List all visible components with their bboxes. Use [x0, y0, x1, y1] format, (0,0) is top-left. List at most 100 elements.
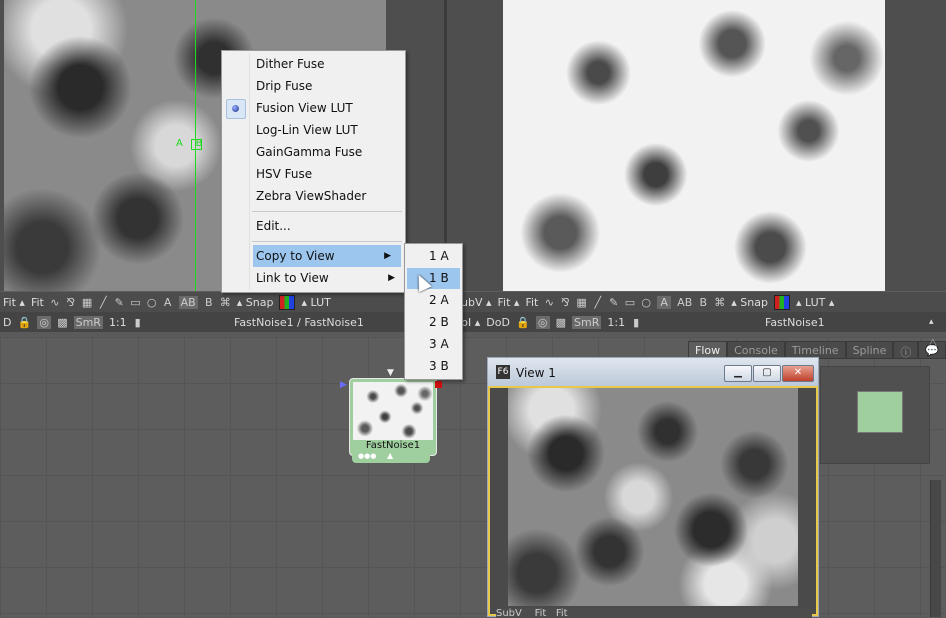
- spline-icon[interactable]: ∿: [50, 296, 60, 309]
- copy-to-view-submenu: 1 A 1 B 2 A 2 B 3 A 3 B: [404, 243, 463, 380]
- fit-dropdown-right[interactable]: Fit ▴: [498, 296, 520, 309]
- menu-item-copy-to-view[interactable]: Copy to View ▶: [253, 245, 401, 267]
- tab-spline[interactable]: Spline: [845, 341, 894, 359]
- lut-dropdown[interactable]: ▴ LUT: [301, 296, 330, 309]
- node-output-port[interactable]: [435, 381, 442, 388]
- polyline-icon[interactable]: ⅋: [560, 296, 570, 309]
- pen-icon[interactable]: ╱: [593, 296, 603, 309]
- left-viewer-toolbar-2: D 🔒 ◎ ▩ SmR 1:1 ▮ FastNoise1 / FastNoise…: [0, 312, 444, 332]
- submenu-arrow-icon: ▶: [388, 273, 395, 283]
- menu-item-edit[interactable]: Edit...: [222, 215, 405, 237]
- checker-icon[interactable]: ▩: [57, 316, 67, 329]
- wand-icon[interactable]: ✎: [609, 296, 619, 309]
- ratio-button[interactable]: 1:1: [109, 316, 127, 329]
- fit-dropdown-right-2[interactable]: Fit: [525, 296, 538, 309]
- menu-item-dither-fuse[interactable]: Dither Fuse: [222, 53, 405, 75]
- bars-icon[interactable]: ▮: [631, 316, 641, 329]
- subv-dropdown[interactable]: ubV ▴: [461, 296, 492, 309]
- floating-view-window[interactable]: F6 View 1 ▁ ▢ ✕ SubV Fit Fit: [487, 357, 819, 618]
- snap-dropdown[interactable]: ▴ Snap: [731, 296, 768, 309]
- lock-icon[interactable]: 🔒: [516, 316, 530, 329]
- app-icon: F6: [496, 365, 510, 379]
- wand-icon[interactable]: ✎: [114, 296, 124, 309]
- dod-button[interactable]: DoD: [486, 316, 510, 329]
- menu-item-zebra-viewshader[interactable]: Zebra ViewShader: [222, 185, 405, 207]
- lock-icon[interactable]: 🔒: [17, 316, 31, 329]
- node-footer: ●●● ▲: [352, 451, 430, 463]
- ghost-icon[interactable]: ◎: [535, 315, 550, 329]
- context-menu: Dither Fuse Drip Fuse Fusion View LUT Lo…: [221, 50, 406, 293]
- glasses-icon[interactable]: ⌘: [220, 296, 231, 309]
- fit-dropdown[interactable]: Fit ▴: [3, 296, 25, 309]
- minimize-button[interactable]: ▁: [724, 365, 752, 382]
- fastnoise-node[interactable]: FastNoise1: [349, 378, 437, 456]
- right-viewer-toolbar: ubV ▴ Fit ▴ Fit ∿ ⅋ ▦ ╱ ✎ ▭ ○ A AB B ⌘ ▴…: [447, 291, 946, 312]
- buffer-ab-button[interactable]: AB: [178, 295, 198, 309]
- buffer-ab-button[interactable]: AB: [677, 296, 692, 309]
- info-icon[interactable]: ⓘ: [893, 341, 919, 359]
- circle-icon[interactable]: ○: [641, 296, 651, 309]
- node-input-arrow-icon[interactable]: ▶: [340, 380, 347, 390]
- roi-dropdown[interactable]: bI ▴: [461, 316, 480, 329]
- checker-icon[interactable]: ▩: [556, 316, 566, 329]
- collapse-triangle-icon[interactable]: △: [929, 337, 937, 348]
- guide-handle[interactable]: [191, 139, 202, 150]
- bars-icon[interactable]: ▮: [133, 316, 143, 329]
- submenu-item-3b[interactable]: 3 B: [407, 356, 460, 377]
- snap-dropdown[interactable]: ▴ Snap: [237, 296, 274, 309]
- node-dots-icon[interactable]: ●●●: [358, 452, 376, 460]
- window-titlebar[interactable]: F6 View 1 ▁ ▢ ✕: [488, 358, 818, 386]
- left-view-name: FastNoise1 / FastNoise1: [234, 315, 364, 329]
- right-viewer[interactable]: [447, 0, 946, 291]
- channels-icon[interactable]: [279, 294, 296, 310]
- expand-arrow-icon[interactable]: ▴: [929, 317, 934, 327]
- rectangle-icon[interactable]: ▭: [130, 296, 140, 309]
- ratio-button[interactable]: 1:1: [607, 316, 625, 329]
- circle-icon[interactable]: ○: [147, 296, 157, 309]
- maximize-button[interactable]: ▢: [753, 365, 781, 382]
- buffer-b-button[interactable]: B: [204, 296, 214, 309]
- grid-icon[interactable]: ▦: [82, 296, 92, 309]
- glasses-icon[interactable]: ⌘: [714, 296, 725, 309]
- menu-item-log-lin-view-lut[interactable]: Log-Lin View LUT: [222, 119, 405, 141]
- menu-item-gaingamma-fuse[interactable]: GainGamma Fuse: [222, 141, 405, 163]
- spline-icon[interactable]: ∿: [544, 296, 554, 309]
- left-viewer-toolbar: Fit ▴ Fit ∿ ⅋ ▦ ╱ ✎ ▭ ○ A AB B ⌘ ▴ Snap …: [0, 291, 444, 312]
- polyline-icon[interactable]: ⅋: [66, 296, 76, 309]
- fit-dropdown-2[interactable]: Fit: [31, 296, 44, 309]
- lut-dropdown[interactable]: ▴ LUT ▴: [796, 296, 834, 309]
- menu-item-drip-fuse[interactable]: Drip Fuse: [222, 75, 405, 97]
- right-viewer-image: [503, 0, 885, 291]
- grid-icon[interactable]: ▦: [576, 296, 586, 309]
- navigator-panel[interactable]: [820, 366, 930, 464]
- vertical-scrollbar[interactable]: [930, 480, 941, 617]
- menu-item-fusion-view-lut[interactable]: Fusion View LUT: [222, 97, 405, 119]
- buffer-a-button[interactable]: A: [163, 296, 173, 309]
- menu-separator: [252, 241, 402, 242]
- view1-image: [508, 388, 798, 606]
- buffer-b-button[interactable]: B: [698, 296, 708, 309]
- submenu-item-3a[interactable]: 3 A: [407, 334, 460, 355]
- channels-icon[interactable]: [773, 294, 790, 310]
- submenu-item-2a[interactable]: 2 A: [407, 290, 460, 311]
- node-input-triangle-icon[interactable]: ▼: [387, 368, 394, 378]
- submenu-arrow-icon: ▶: [384, 251, 391, 261]
- close-button[interactable]: ✕: [782, 365, 814, 382]
- buffer-a-button[interactable]: A: [657, 295, 672, 309]
- submenu-item-1a[interactable]: 1 A: [407, 246, 460, 267]
- menu-item-link-to-view[interactable]: Link to View ▶: [222, 267, 405, 289]
- right-view-name: FastNoise1: [765, 315, 825, 329]
- navigator-viewport[interactable]: [857, 391, 903, 433]
- ghost-icon[interactable]: ◎: [37, 315, 52, 329]
- node-thumbnail: [353, 382, 433, 440]
- right-viewer-toolbar-2: bI ▴ DoD 🔒 ◎ ▩ SmR 1:1 ▮ FastNoise1 ▴: [447, 312, 946, 332]
- smr-button[interactable]: SmR: [572, 315, 602, 329]
- menu-separator: [252, 211, 402, 212]
- rectangle-icon[interactable]: ▭: [625, 296, 635, 309]
- dod-button[interactable]: D: [3, 316, 11, 329]
- menu-item-hsv-fuse[interactable]: HSV Fuse: [222, 163, 405, 185]
- node-up-triangle-icon[interactable]: ▲: [387, 451, 393, 460]
- submenu-item-2b[interactable]: 2 B: [407, 312, 460, 333]
- pen-icon[interactable]: ╱: [98, 296, 108, 309]
- smr-button[interactable]: SmR: [73, 315, 103, 329]
